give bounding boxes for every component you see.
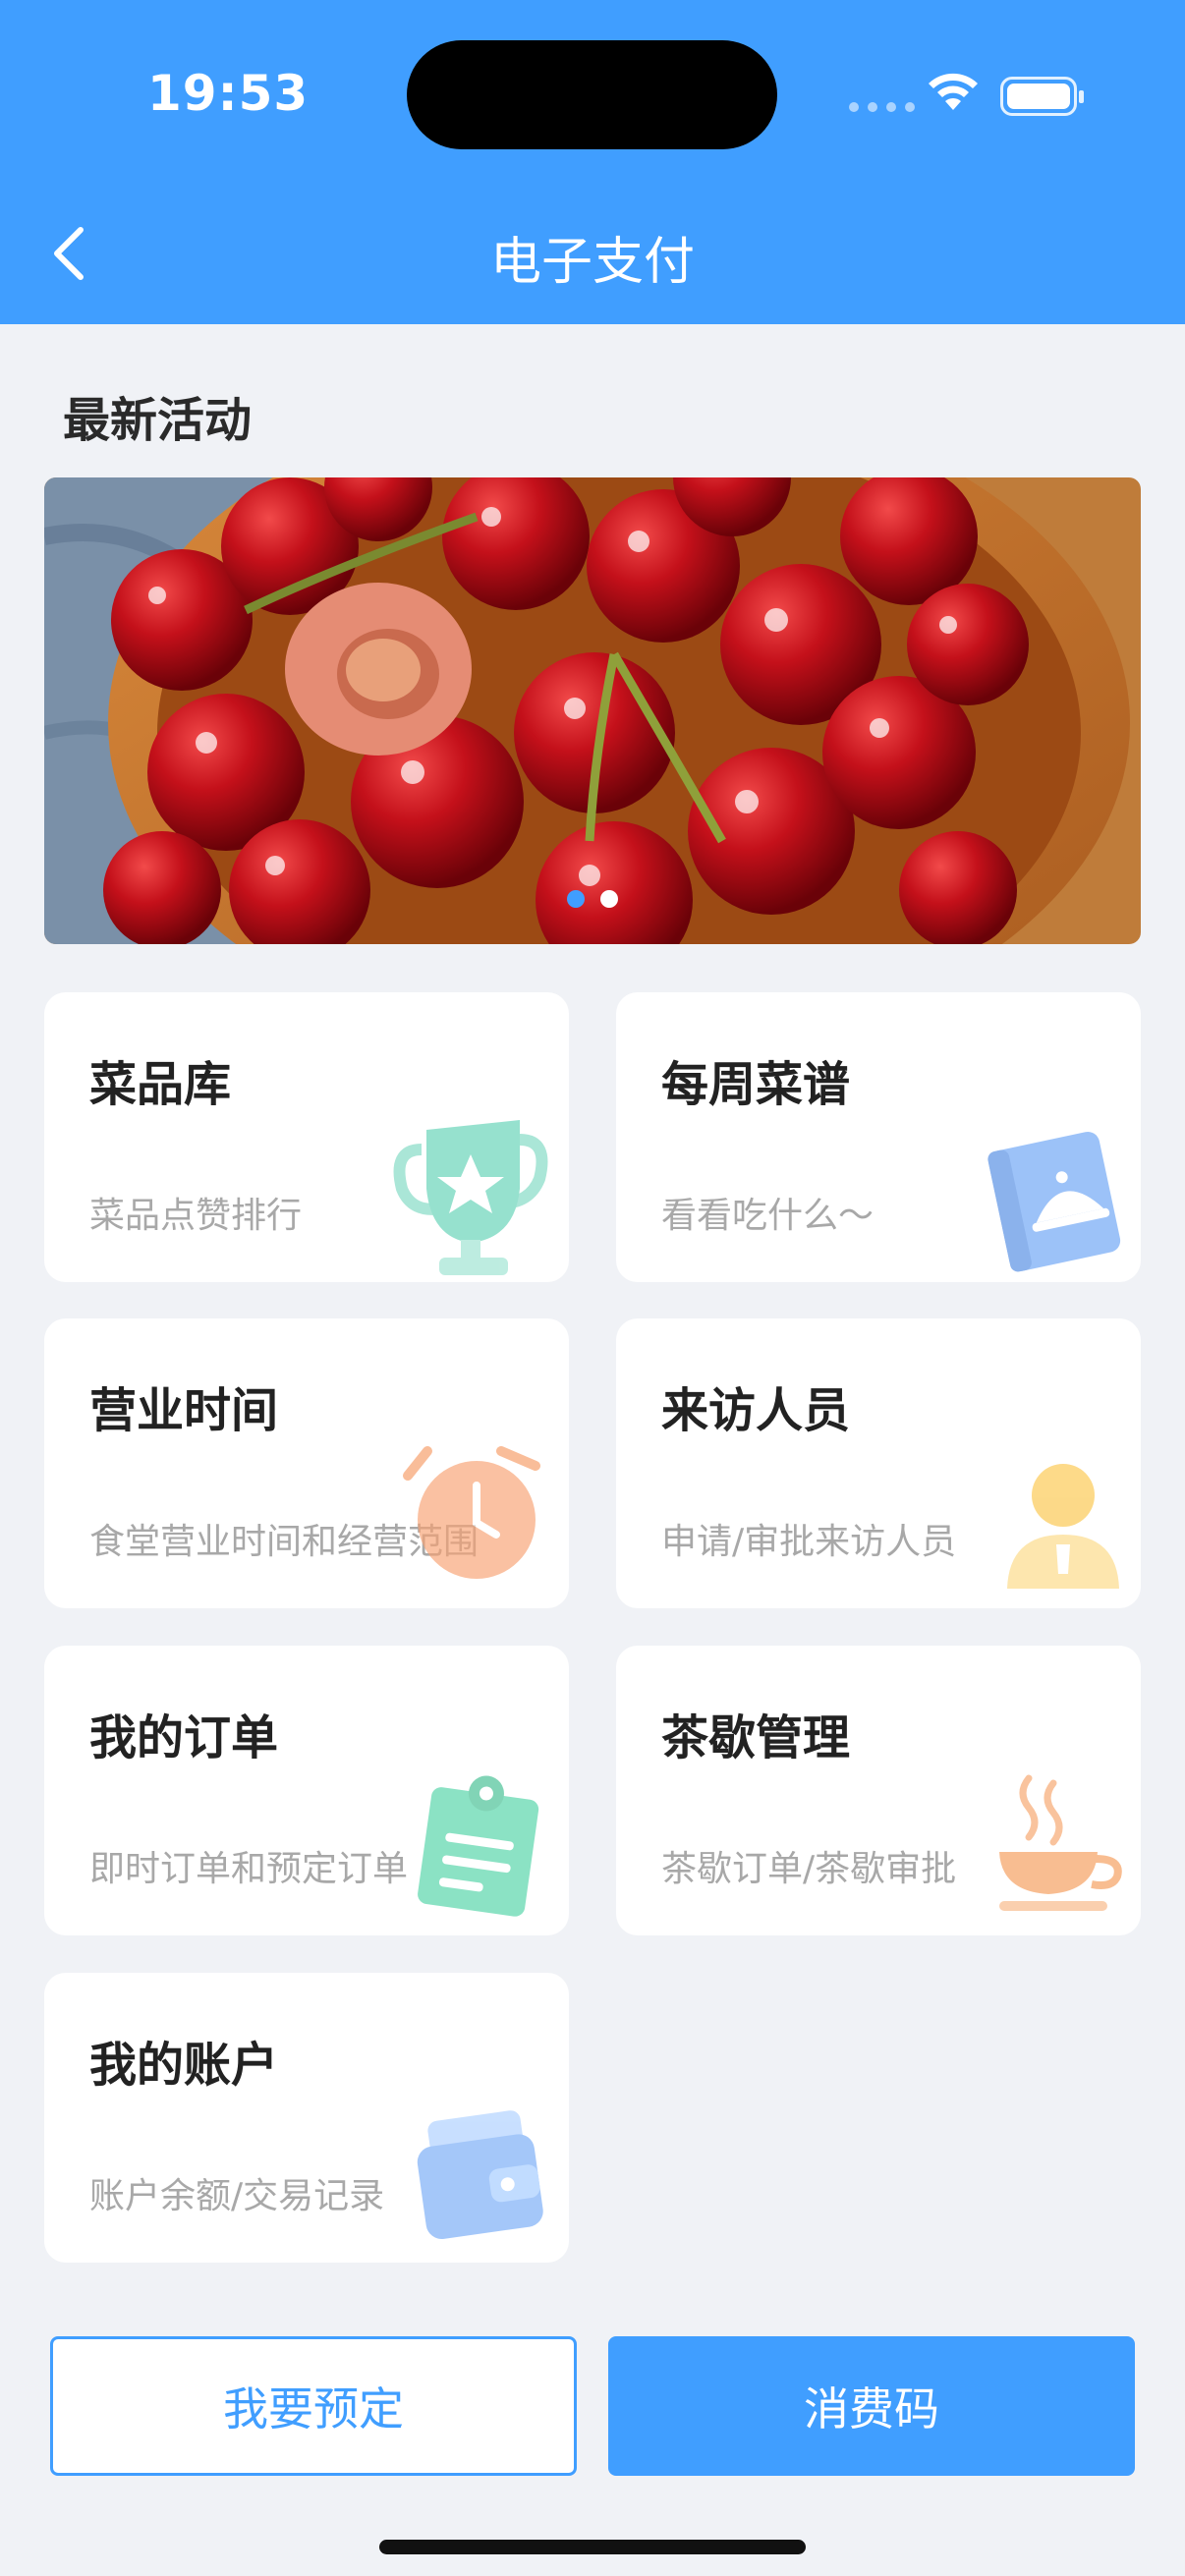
tea-cup-icon (999, 1774, 1122, 1911)
status-time: 19:53 (147, 65, 310, 122)
promo-banner[interactable] (44, 477, 1141, 944)
card-title: 我的订单 (89, 1710, 279, 1765)
alarm-clock-icon (403, 1446, 540, 1579)
banner-pagination (0, 890, 1185, 908)
card-title: 菜品库 (89, 1057, 232, 1112)
card-my-account[interactable]: 我的账户 账户余额/交易记录 (44, 1973, 569, 2263)
card-title: 来访人员 (661, 1383, 851, 1438)
pagination-dot[interactable] (600, 890, 618, 908)
wallet-icon (417, 2110, 543, 2239)
card-subtitle: 茶歇订单/茶歇审批 (661, 1849, 957, 1889)
card-title: 营业时间 (89, 1383, 279, 1438)
card-title: 茶歇管理 (661, 1710, 851, 1765)
home-indicator (379, 2540, 806, 2554)
reserve-button[interactable]: 我要预定 (50, 2336, 577, 2476)
wifi-icon (929, 73, 978, 110)
card-business-hours[interactable]: 营业时间 食堂营业时间和经营范围 (44, 1318, 569, 1608)
card-my-orders[interactable]: 我的订单 即时订单和预定订单 (44, 1646, 569, 1935)
card-dish-library[interactable]: 菜品库 菜品点赞排行 (44, 992, 569, 1282)
cellular-signal-icon (849, 102, 915, 112)
section-title: 最新活动 (63, 393, 253, 448)
menu-book-icon (988, 1131, 1121, 1272)
card-subtitle: 申请/审批来访人员 (661, 1522, 957, 1562)
card-weekly-menu[interactable]: 每周菜谱 看看吃什么～ (616, 992, 1141, 1282)
card-title: 每周菜谱 (661, 1057, 851, 1112)
dynamic-island (407, 40, 777, 149)
card-subtitle: 菜品点赞排行 (89, 1196, 303, 1236)
banner-image (44, 477, 1141, 944)
card-tea-break[interactable]: 茶歇管理 茶歇订单/茶歇审批 (616, 1646, 1141, 1935)
card-subtitle: 看看吃什么～ (661, 1196, 875, 1236)
card-title: 我的账户 (89, 2038, 279, 2093)
pagination-dot[interactable] (567, 890, 585, 908)
header: 19:53 电子支付 (0, 0, 1185, 324)
page-title: 电子支付 (489, 233, 695, 292)
trophy-icon (393, 1120, 548, 1275)
card-subtitle: 即时订单和预定订单 (89, 1849, 409, 1889)
clipboard-icon (418, 1775, 539, 1917)
card-visitors[interactable]: 来访人员 申请/审批来访人员 (616, 1318, 1141, 1608)
battery-icon (1000, 77, 1084, 116)
consume-code-button[interactable]: 消费码 (608, 2336, 1135, 2476)
card-subtitle: 账户余额/交易记录 (89, 2176, 385, 2216)
person-icon (1007, 1464, 1119, 1589)
